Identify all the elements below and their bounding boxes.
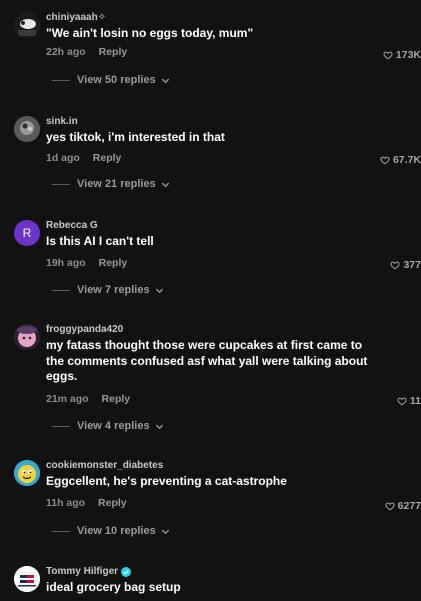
like-button[interactable]: 173K	[383, 49, 421, 61]
view-replies-button[interactable]: View 4 replies	[52, 420, 164, 432]
view-replies-button[interactable]: View 10 replies	[52, 525, 170, 537]
chevron-down-icon	[155, 288, 163, 293]
user-avatar[interactable]	[14, 460, 40, 486]
comment-time: 19h ago	[46, 257, 86, 269]
heart-icon	[390, 261, 400, 270]
heart-icon	[385, 502, 395, 511]
chevron-down-icon	[161, 529, 169, 534]
comment-text: yes tiktok, i'm interested in that	[46, 130, 225, 144]
like-button[interactable]: 377	[390, 259, 421, 271]
view-replies-button[interactable]: View 7 replies	[52, 284, 164, 296]
pink-cartoon-avatar-icon	[14, 324, 40, 350]
view-replies-button[interactable]: View 21 replies	[52, 178, 170, 190]
chevron-down-icon	[161, 182, 169, 187]
comment-username[interactable]: chiniyaaah✧	[46, 12, 106, 23]
comment-text: ideal grocery bag setup	[46, 580, 181, 594]
comment-username[interactable]: Tommy Hilfiger	[46, 566, 132, 577]
divider-line	[52, 79, 70, 81]
comment-time: 22h ago	[46, 46, 86, 58]
reply-button[interactable]: Reply	[98, 497, 127, 509]
user-avatar[interactable]	[14, 12, 40, 38]
like-count: 173K	[395, 49, 421, 61]
heart-icon	[397, 397, 407, 406]
like-count: 11	[409, 395, 421, 407]
yellow-cartoon-avatar-icon	[14, 460, 40, 486]
comment-text: Is this AI I can't tell	[46, 234, 154, 248]
reply-button[interactable]: Reply	[93, 152, 122, 164]
comment-meta: 22h ago Reply	[46, 46, 127, 58]
reply-button[interactable]: Reply	[99, 46, 128, 58]
comment-meta: 21m ago Reply	[46, 393, 130, 405]
comment-username[interactable]: froggypanda420	[46, 324, 123, 335]
like-button[interactable]: 67.7K	[380, 154, 421, 166]
comment-time: 21m ago	[46, 393, 89, 405]
comment-username[interactable]: sink.in	[46, 116, 78, 127]
user-avatar[interactable]	[14, 324, 40, 350]
divider-line	[52, 183, 70, 185]
heart-icon	[380, 156, 390, 165]
chevron-down-icon	[155, 424, 163, 429]
heart-icon	[383, 51, 393, 60]
user-avatar[interactable]	[14, 116, 40, 142]
like-count: 377	[403, 259, 421, 271]
like-button[interactable]: 11	[397, 395, 421, 407]
avatar-letter: R	[22, 226, 32, 240]
like-button[interactable]: 6277	[385, 500, 421, 512]
divider-line	[52, 530, 70, 532]
comment-time: 1d ago	[46, 152, 80, 164]
verified-badge-icon	[121, 566, 132, 577]
chevron-down-icon	[161, 78, 169, 83]
comment-text: Eggcellent, he's preventing a cat-astrop…	[46, 474, 287, 488]
divider-line	[52, 425, 70, 427]
reply-button[interactable]: Reply	[102, 393, 131, 405]
comment-meta: 19h ago Reply	[46, 257, 127, 269]
comment-username[interactable]: cookiemonster_diabetes	[46, 460, 163, 471]
dark-photo-avatar-icon	[14, 12, 40, 38]
user-avatar[interactable]: R	[14, 220, 40, 246]
comment-text: "We ain't losin no eggs today, mum"	[46, 26, 254, 40]
comment-time: 11h ago	[46, 497, 86, 509]
comment-username[interactable]: Rebecca G	[46, 220, 98, 231]
comment-text: my fatass thought those were cupcakes at…	[46, 338, 368, 383]
comment-meta: 1d ago Reply	[46, 152, 121, 164]
like-count: 6277	[397, 500, 421, 512]
gray-photo-avatar-icon	[14, 116, 40, 142]
comment-meta: 11h ago Reply	[46, 497, 127, 509]
brand-logo-avatar-icon	[14, 566, 40, 592]
user-avatar[interactable]	[14, 566, 40, 592]
comment-list: chiniyaaah✧ "We ain't losin no eggs toda…	[0, 0, 421, 601]
like-count: 67.7K	[392, 154, 421, 166]
view-replies-button[interactable]: View 50 replies	[52, 74, 170, 86]
reply-button[interactable]: Reply	[99, 257, 128, 269]
divider-line	[52, 289, 70, 291]
